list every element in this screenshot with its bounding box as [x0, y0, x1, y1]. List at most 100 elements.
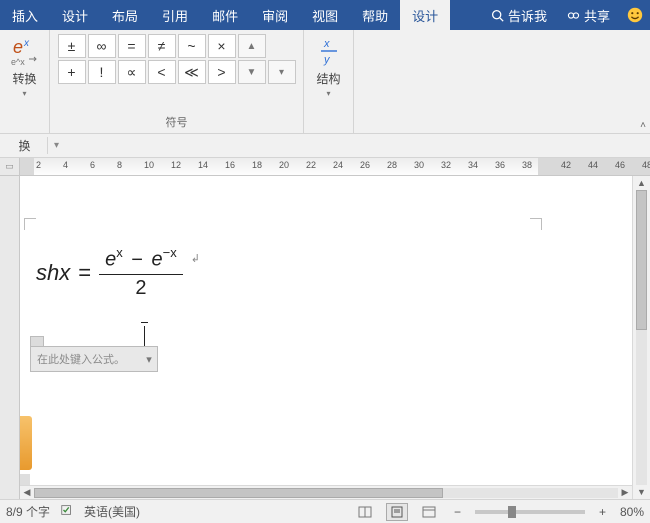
svg-text:e^x: e^x	[11, 57, 25, 67]
scroll-up-button[interactable]: ▲	[633, 176, 650, 190]
gallery-scroll-down[interactable]: ▼	[238, 60, 266, 84]
tab-references[interactable]: 引用	[150, 0, 200, 30]
group-symbols: ± ∞ = ≠ ~ × ▲ + ! ∝ < ≪ > ▼ ▾ 符号	[50, 30, 304, 133]
ruler-corner[interactable]: ▭	[0, 158, 20, 175]
sym-factorial[interactable]: !	[88, 60, 116, 84]
equation-denominator: 2	[129, 275, 152, 300]
margin-guide-top-left	[24, 218, 36, 230]
equation-display[interactable]: shx = ex − e−x 2 ↲	[36, 246, 200, 300]
ruler-tick: 42	[561, 160, 571, 170]
zoom-slider-knob[interactable]	[508, 506, 516, 518]
equation-options-dropdown[interactable]: ▾	[143, 353, 155, 366]
status-word-count[interactable]: 8/9 个字	[6, 503, 50, 520]
convert-button[interactable]: e x e^x 转换 ▾	[8, 34, 42, 98]
dropdown-caret-icon: ▾	[326, 89, 330, 98]
sym-infinity[interactable]: ∞	[88, 34, 116, 58]
status-language[interactable]: 英语(美国)	[84, 503, 140, 520]
eq-minus: −	[128, 249, 146, 271]
document-area: shx = ex − e−x 2 ↲ 在此处键入公式。 ▾	[0, 176, 650, 499]
ribbon: e x e^x 转换 ▾ ± ∞ = ≠ ~ × ▲ + ! ∝ < ≪	[0, 30, 650, 134]
equation-handle[interactable]	[30, 336, 44, 346]
ruler-tick: 38	[522, 160, 532, 170]
gallery-scroll-up[interactable]: ▲	[238, 34, 266, 58]
scroll-down-button[interactable]: ▼	[633, 485, 650, 499]
dialog-launcher-icon[interactable]: ▾	[50, 140, 63, 151]
svg-text:y: y	[323, 54, 331, 66]
ruler-tick: 20	[279, 160, 289, 170]
ruler-tick: 22	[306, 160, 316, 170]
sym-tilde[interactable]: ~	[178, 34, 206, 58]
view-print-layout[interactable]	[386, 503, 408, 521]
hscroll-thumb[interactable]	[34, 488, 443, 498]
hscroll-track[interactable]	[34, 488, 618, 498]
scroll-thumb[interactable]	[636, 190, 647, 330]
ruler-tick: 12	[171, 160, 181, 170]
ruler-tick: 48	[642, 160, 650, 170]
ruler-tick: 30	[414, 160, 424, 170]
dropdown-caret-icon: ▾	[22, 89, 26, 98]
page[interactable]: shx = ex − e−x 2 ↲ 在此处键入公式。 ▾	[20, 176, 632, 499]
proofing-icon[interactable]	[60, 503, 74, 520]
sym-equals[interactable]: =	[118, 34, 146, 58]
structures-button[interactable]: x y 结构 ▾	[312, 34, 346, 98]
zoom-level[interactable]: 80%	[620, 505, 644, 519]
side-widget-orange[interactable]	[20, 416, 32, 470]
zoom-slider[interactable]	[475, 510, 585, 514]
margin-guide-top-right	[530, 218, 542, 230]
eq-e2: e	[152, 249, 163, 271]
view-web-layout[interactable]	[418, 503, 440, 521]
feedback-smiley-icon[interactable]	[620, 6, 650, 24]
ruler-tick: 2	[36, 160, 41, 170]
sym-not-equal[interactable]: ≠	[148, 34, 176, 58]
tab-layout[interactable]: 布局	[100, 0, 150, 30]
sym-less-than[interactable]: <	[148, 60, 176, 84]
tab-view[interactable]: 视图	[300, 0, 350, 30]
share-label: 共享	[584, 6, 610, 25]
share-button[interactable]: 共享	[557, 6, 620, 25]
hscroll-right[interactable]: ▶	[618, 487, 632, 498]
ruler-tick: 34	[468, 160, 478, 170]
share-icon	[567, 9, 580, 22]
sym-much-less[interactable]: ≪	[178, 60, 206, 84]
tell-me-search[interactable]: 告诉我	[481, 6, 557, 25]
sym-proportional[interactable]: ∝	[118, 60, 146, 84]
view-read-mode[interactable]	[354, 503, 376, 521]
sym-greater-than[interactable]: >	[208, 60, 236, 84]
sym-plus-minus[interactable]: ±	[58, 34, 86, 58]
tab-mailings[interactable]: 邮件	[200, 0, 250, 30]
tell-me-label: 告诉我	[508, 6, 547, 25]
paragraph-mark-icon: ↲	[191, 252, 200, 265]
equation-fraction: ex − e−x 2	[99, 246, 183, 300]
collapse-ribbon-button[interactable]: ˄	[640, 120, 646, 131]
tab-design[interactable]: 设计	[50, 0, 100, 30]
sym-plus[interactable]: +	[58, 60, 86, 84]
convert-icon: e x e^x	[8, 34, 42, 68]
group-structures: x y 结构 ▾	[304, 30, 354, 133]
group-convert-name: 换	[2, 137, 48, 154]
symbol-gallery: ± ∞ = ≠ ~ × ▲ + ! ∝ < ≪ > ▼ ▾	[58, 34, 296, 84]
zoom-out-button[interactable]: −	[450, 505, 465, 519]
group-structures-label	[310, 128, 347, 131]
group-convert: e x e^x 转换 ▾	[0, 30, 50, 133]
sym-times[interactable]: ×	[208, 34, 236, 58]
zoom-in-button[interactable]: +	[595, 505, 610, 519]
tab-insert[interactable]: 插入	[0, 0, 50, 30]
ruler-tick: 46	[615, 160, 625, 170]
hscroll-left[interactable]: ◀	[20, 487, 34, 498]
equation-placeholder-box[interactable]: 在此处键入公式。 ▾	[30, 336, 158, 372]
ruler-tick: 4	[63, 160, 68, 170]
horizontal-ruler[interactable]: 2468101214161820222426283032343638424446…	[20, 158, 650, 175]
vertical-ruler[interactable]	[0, 176, 20, 499]
tab-review[interactable]: 审阅	[250, 0, 300, 30]
tab-equation-design[interactable]: 设计	[400, 0, 450, 30]
titlebar: 插入 设计 布局 引用 邮件 审阅 视图 帮助 设计 告诉我 共享	[0, 0, 650, 30]
equation-placeholder-body[interactable]: 在此处键入公式。 ▾	[30, 346, 158, 372]
ruler-tick: 24	[333, 160, 343, 170]
ruler-tick: 8	[117, 160, 122, 170]
gallery-more[interactable]: ▾	[268, 60, 296, 84]
ruler-tick: 44	[588, 160, 598, 170]
horizontal-scrollbar[interactable]: ◀ ▶	[20, 485, 632, 499]
tab-help[interactable]: 帮助	[350, 0, 400, 30]
equation-numerator: ex − e−x	[99, 246, 183, 274]
vertical-scrollbar[interactable]: ▲ ▼	[632, 176, 650, 499]
